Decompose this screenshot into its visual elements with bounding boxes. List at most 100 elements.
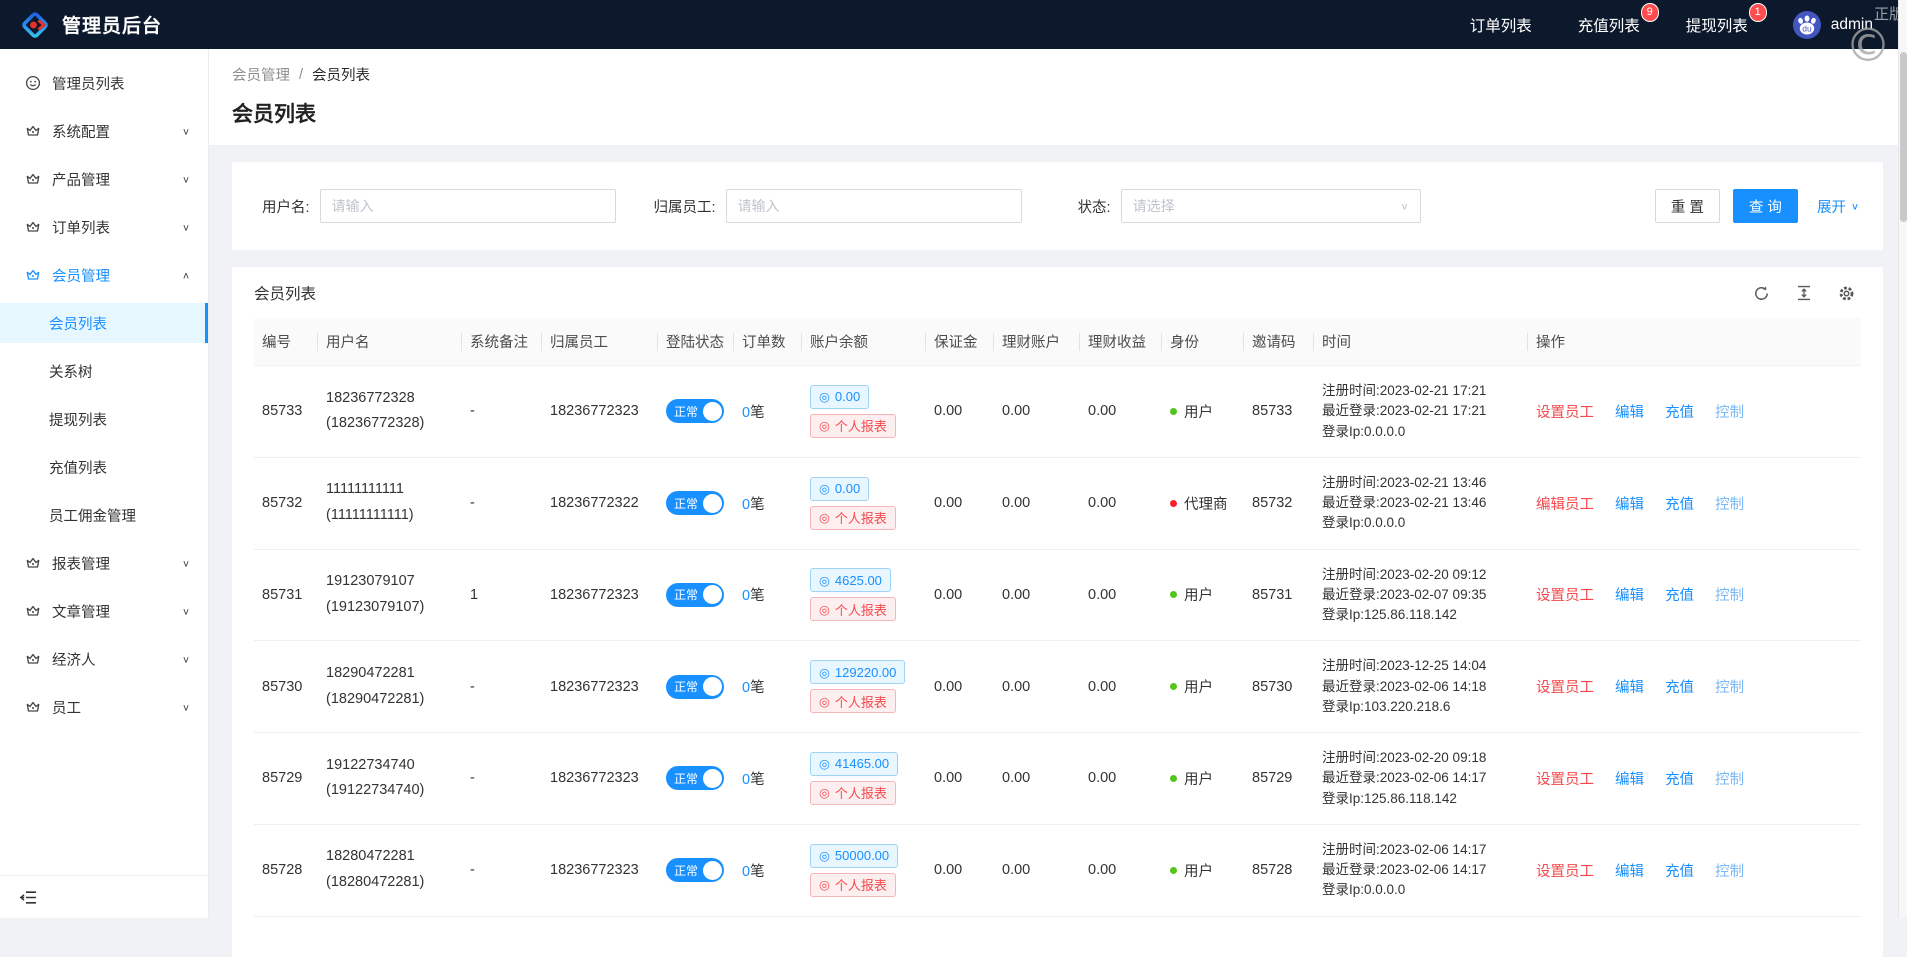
page-scrollbar[interactable] [1898,0,1907,918]
sidebar-item[interactable]: 会员管理 ∧ [0,255,208,295]
personal-report-badge[interactable]: ◎ 个人报表 [810,689,896,713]
action-staff-link[interactable]: 设置员工 [1536,588,1594,604]
cell-staff: 18236772323 [542,549,658,641]
action-edit-link[interactable]: 编辑 [1615,864,1644,880]
action-control-link[interactable]: 控制 [1715,680,1744,696]
sidebar-subitem[interactable]: 提现列表 [0,399,208,439]
balance-badge[interactable]: ◎ 0.00 [810,477,869,501]
balance-badge[interactable]: ◎ 4625.00 [810,568,891,592]
sidebar-item-label: 经济人 [52,649,182,670]
cell-invite: 85731 [1244,549,1314,641]
status-toggle[interactable]: 正常 [666,675,724,699]
username-filter-input[interactable] [320,189,616,223]
cell-time: 注册时间:2023-02-06 14:17 最近登录:2023-02-06 14… [1314,824,1528,916]
sidebar: 管理员列表 系统配置 ∨ 产品管理 ∨ 订单列表 ∨ 会员管理 ∧ 会员列表 关… [0,49,208,918]
cell-time: 注册时间:2023-02-20 09:12 最近登录:2023-02-07 09… [1314,549,1528,641]
action-staff-link[interactable]: 编辑员工 [1536,497,1594,513]
col-balance: 账户余额 [802,318,926,366]
breadcrumb-parent[interactable]: 会员管理 [232,64,290,85]
density-icon[interactable] [1796,285,1812,301]
action-recharge-link[interactable]: 充值 [1665,588,1694,604]
filter-bar: 用户名: 归属员工: 状态: 请选择 ∨ 重 置 查 询 展开 ∨ [232,162,1883,250]
action-edit-link[interactable]: 编辑 [1615,588,1644,604]
member-list-card: 会员列表 [232,267,1883,957]
toggle-knob [703,861,722,880]
action-staff-link[interactable]: 设置员工 [1536,680,1594,696]
sidebar-item[interactable]: 报表管理 ∨ [0,543,208,583]
sidebar-item[interactable]: 产品管理 ∨ [0,159,208,199]
cell-margin: 0.00 [926,641,994,733]
eye-icon: ◎ [819,418,830,433]
balance-badge[interactable]: ◎ 50000.00 [810,844,898,868]
cell-invite: 85728 [1244,824,1314,916]
sidebar-subitem[interactable]: 关系树 [0,351,208,391]
action-staff-link[interactable]: 设置员工 [1536,772,1594,788]
action-edit-link[interactable]: 编辑 [1615,772,1644,788]
balance-badge[interactable]: ◎ 129220.00 [810,660,905,684]
table-row: 85730 18290472281 (18290472281) - 182367… [254,641,1861,733]
action-control-link[interactable]: 控制 [1715,588,1744,604]
logo[interactable]: 管理员后台 [20,10,162,40]
refresh-icon[interactable] [1753,285,1770,302]
status-toggle[interactable]: 正常 [666,399,724,423]
cell-time: 注册时间:2023-02-21 13:46 最近登录:2023-02-21 13… [1314,457,1528,549]
nav-link-recharge[interactable]: 充值列表 9 [1578,14,1640,36]
action-recharge-link[interactable]: 充值 [1665,864,1694,880]
action-control-link[interactable]: 控制 [1715,772,1744,788]
action-recharge-link[interactable]: 充值 [1665,497,1694,513]
sidebar-item[interactable]: 管理员列表 [0,63,208,103]
personal-report-badge[interactable]: ◎ 个人报表 [810,597,896,621]
sidebar-subitem[interactable]: 会员列表 [0,303,208,343]
staff-filter-input[interactable] [726,189,1022,223]
search-button[interactable]: 查 询 [1733,189,1798,223]
action-recharge-link[interactable]: 充值 [1665,680,1694,696]
toggle-knob [703,494,722,513]
personal-report-badge[interactable]: ◎ 个人报表 [810,781,896,805]
action-control-link[interactable]: 控制 [1715,497,1744,513]
status-toggle[interactable]: 正常 [666,491,724,515]
settings-gear-icon[interactable] [1838,285,1855,302]
col-username: 用户名 [318,318,462,366]
action-control-link[interactable]: 控制 [1715,405,1744,421]
sidebar-item[interactable]: 文章管理 ∨ [0,591,208,631]
sidebar-subitem[interactable]: 员工佣金管理 [0,495,208,535]
page-header: 会员管理 / 会员列表 会员列表 [208,49,1907,145]
action-edit-link[interactable]: 编辑 [1615,680,1644,696]
action-control-link[interactable]: 控制 [1715,864,1744,880]
nav-link-orders[interactable]: 订单列表 [1470,14,1532,36]
action-recharge-link[interactable]: 充值 [1665,405,1694,421]
nav-link-withdraw[interactable]: 提现列表 1 [1686,14,1748,36]
sidebar-subitem[interactable]: 充值列表 [0,447,208,487]
action-recharge-link[interactable]: 充值 [1665,772,1694,788]
eye-icon: ◎ [819,602,830,617]
status-toggle[interactable]: 正常 [666,766,724,790]
col-note: 系统备注 [462,318,542,366]
status-toggle[interactable]: 正常 [666,858,724,882]
action-staff-link[interactable]: 设置员工 [1536,864,1594,880]
sidebar-item[interactable]: 员工 ∨ [0,687,208,727]
eye-icon: ◎ [819,877,830,892]
personal-report-badge[interactable]: ◎ 个人报表 [810,506,896,530]
personal-report-badge[interactable]: ◎ 个人报表 [810,873,896,897]
eye-icon: ◎ [819,481,830,496]
sidebar-item[interactable]: 系统配置 ∨ [0,111,208,151]
balance-badge[interactable]: ◎ 41465.00 [810,752,898,776]
chevron-down-icon: ∨ [182,221,190,232]
reset-button[interactable]: 重 置 [1655,189,1720,223]
personal-report-badge[interactable]: ◎ 个人报表 [810,414,896,438]
table-row: 85733 18236772328 (18236772328) - 182367… [254,366,1861,458]
eye-icon: ◎ [819,510,830,525]
cell-invite: 85732 [1244,457,1314,549]
scrollbar-thumb[interactable] [1900,52,1907,222]
action-edit-link[interactable]: 编辑 [1615,405,1644,421]
action-staff-link[interactable]: 设置员工 [1536,405,1594,421]
status-filter-select[interactable]: 请选择 ∨ [1121,189,1421,223]
sidebar-item[interactable]: 经济人 ∨ [0,639,208,679]
balance-badge[interactable]: ◎ 0.00 [810,385,869,409]
action-edit-link[interactable]: 编辑 [1615,497,1644,513]
sidebar-item[interactable]: 订单列表 ∨ [0,207,208,247]
status-toggle[interactable]: 正常 [666,583,724,607]
chevron-down-icon: ∨ [182,557,190,568]
expand-link[interactable]: 展开 ∨ [1817,196,1859,217]
sidebar-collapse-icon[interactable] [19,890,37,905]
